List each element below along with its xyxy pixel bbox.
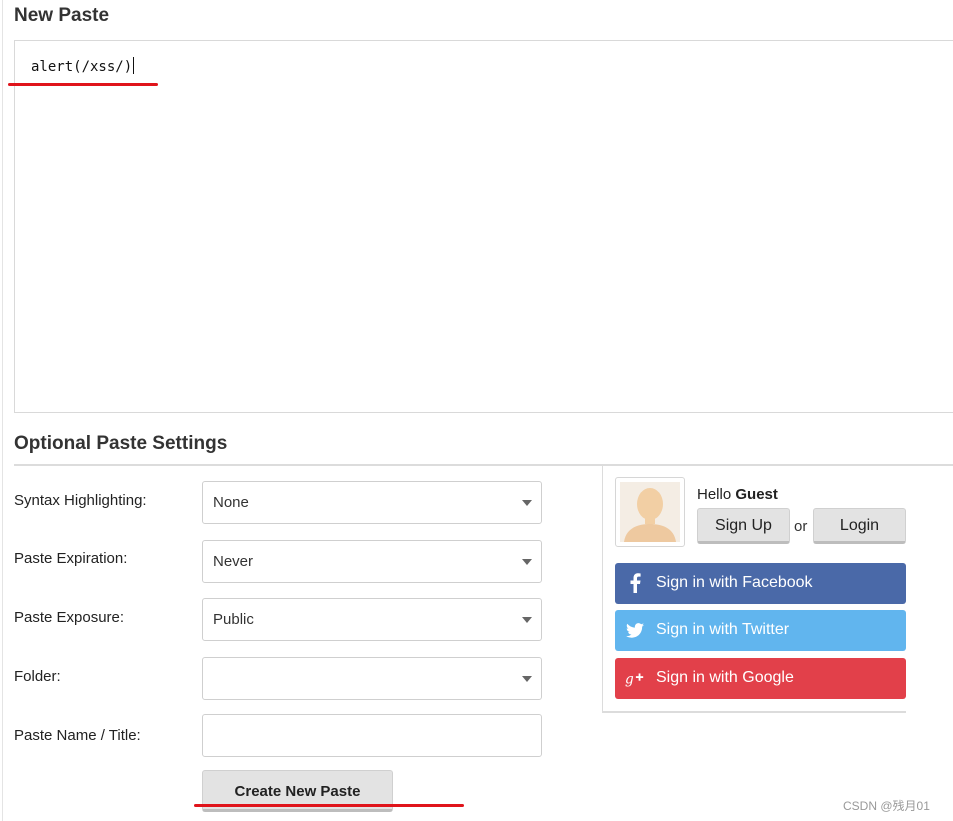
or-separator: or [794,518,808,535]
paste-editor[interactable]: alert(/xss/) [14,40,953,413]
svg-text:g: g [625,671,634,687]
chevron-down-icon [522,500,532,506]
annotation-underline [194,804,464,807]
facebook-signin-label: Sign in with Facebook [656,574,813,591]
folder-select[interactable] [202,657,542,700]
exposure-select[interactable]: Public [202,598,542,641]
facebook-icon [623,571,647,595]
google-signin-label: Sign in with Google [656,669,794,686]
twitter-signin-label: Sign in with Twitter [656,621,790,638]
editor-text[interactable]: alert(/xss/) [31,57,135,75]
exposure-label: Paste Exposure: [14,609,125,626]
user-silhouette-icon [624,488,676,542]
guest-name: Guest [735,486,778,503]
page-title: New Paste [14,5,110,26]
avatar [615,477,685,547]
facebook-signin-button[interactable]: Sign in with Facebook [615,563,906,604]
folder-label: Folder: [14,668,61,685]
exposure-value: Public [213,611,254,628]
chevron-down-icon [522,676,532,682]
expiration-select[interactable]: Never [202,540,542,583]
google-plus-icon: g [623,666,647,690]
greeting-prefix: Hello [697,486,732,503]
chevron-down-icon [522,617,532,623]
annotation-underline [8,83,158,86]
syntax-select[interactable]: None [202,481,542,524]
paste-name-input[interactable] [202,714,542,757]
text-caret [133,57,135,74]
expiration-label: Paste Expiration: [14,550,128,567]
watermark: CSDN @残月01 [843,799,930,813]
chevron-down-icon [522,559,532,565]
left-border [2,0,3,821]
paste-name-label: Paste Name / Title: [14,727,141,744]
syntax-value: None [213,494,249,511]
expiration-value: Never [213,553,254,570]
twitter-signin-button[interactable]: Sign in with Twitter [615,610,906,651]
editor-content: alert(/xss/) [31,59,133,75]
twitter-icon [623,618,647,642]
login-button[interactable]: Login [813,508,906,544]
google-signin-button[interactable]: g Sign in with Google [615,658,906,699]
settings-title: Optional Paste Settings [14,433,228,454]
sign-up-button[interactable]: Sign Up [697,508,790,544]
syntax-label: Syntax Highlighting: [14,492,147,509]
greeting: Hello Guest [697,486,778,503]
